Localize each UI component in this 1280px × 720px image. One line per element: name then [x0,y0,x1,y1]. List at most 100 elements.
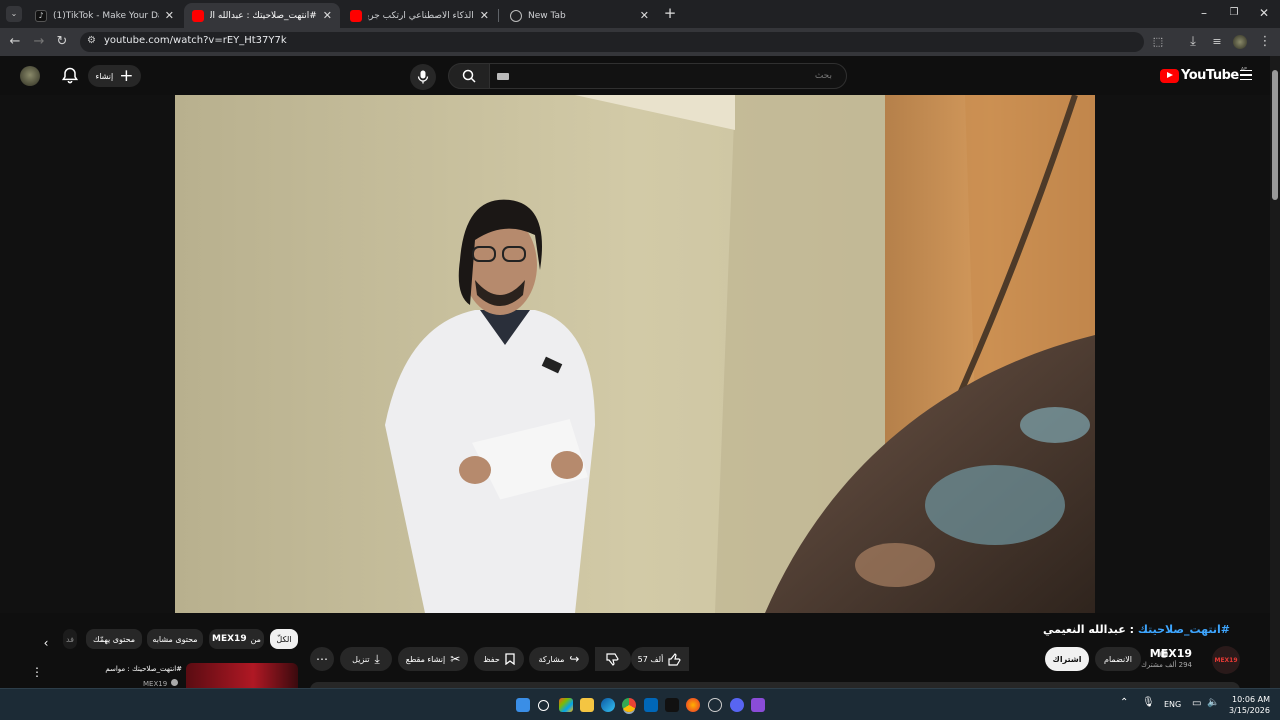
back-arrow-icon[interactable]: ← [7,34,23,50]
minimize-button[interactable]: – [1194,6,1214,20]
save-label: حفظ [483,654,500,664]
guide-menu-icon[interactable] [1240,70,1252,80]
channel-name[interactable]: MEX19 [1150,647,1192,660]
store-icon[interactable] [644,698,658,712]
tab-tiktok[interactable]: ♪ (1)TikTok - Make Your Day ✕ [27,3,182,28]
recommendation-channel: MEX19 [143,679,179,688]
reading-list-icon[interactable]: ≡ [1209,34,1225,50]
url-text: youtube.com/watch?v=rEY_Ht37Y7k [104,35,287,46]
video-frame[interactable] [175,95,1095,613]
chip-from-channel[interactable]: MEX19 من [209,629,264,649]
video-player[interactable] [0,95,1270,613]
browser-tab-bar: ⌄ ♪ (1)TikTok - Make Your Day ✕ #انتهت_ص… [0,0,1280,28]
tray-overflow-chevron-icon[interactable]: ⌃ [1120,697,1128,708]
search-icon [462,69,476,83]
capcut-icon[interactable] [665,698,679,712]
start-windows-icon[interactable] [516,698,530,712]
thumbs-down-icon [606,652,619,666]
download-button[interactable]: تنزيل ⤓ [340,647,392,671]
voice-search-button[interactable] [410,64,436,90]
purple-app-icon[interactable] [751,698,765,712]
tab-search-icon[interactable]: ⌄ [6,6,22,22]
restore-button[interactable]: ❐ [1224,7,1244,18]
scissors-icon: ✂ [450,652,461,666]
search-input[interactable] [489,63,847,89]
tab-title: #انتهت_صلاحيتك : عبدالله النعيمي [210,10,317,21]
youtube-icon [350,9,362,22]
title-hashtag-link[interactable]: #انتهت_صلاحيتك [1138,623,1230,636]
tab-youtube-video[interactable]: #انتهت_صلاحيتك : عبدالله النعيمي ✕ [184,3,340,28]
keyboard-icon[interactable] [497,73,509,80]
chips-scroll-left-icon[interactable]: ‹ [38,633,54,653]
account-avatar[interactable] [20,66,40,86]
forward-arrow-icon[interactable]: → [31,34,47,50]
tray-microphone-icon[interactable]: 🎙 [1142,697,1155,708]
more-actions-button[interactable]: ⋯ [310,647,334,671]
create-button[interactable]: إنشاء + [88,65,141,87]
scrollbar-thumb[interactable] [1272,70,1278,200]
profile-avatar[interactable] [1233,35,1247,49]
firefox-icon[interactable] [686,698,700,712]
volume-icon[interactable]: 🔈 [1207,697,1219,708]
system-clock[interactable]: 10:06 AM 3/15/2026 [1226,694,1270,716]
chrome-icon[interactable] [622,698,636,712]
search-button[interactable] [448,63,490,89]
settings-gear-icon[interactable] [708,698,722,712]
dislike-button[interactable] [595,647,631,671]
share-arrow-icon: ↪ [569,652,580,666]
taskbar-search-icon[interactable] [538,700,549,711]
file-explorer-icon[interactable] [580,698,594,712]
close-tab-icon[interactable]: ✕ [640,9,649,22]
channel-avatar[interactable]: MEX19 [1212,646,1240,674]
chip-interests[interactable]: محتوى يهمّك [86,629,142,649]
notifications-bell-icon[interactable] [60,66,80,86]
network-icon[interactable]: ▭ [1192,698,1201,709]
recommendation-menu-icon[interactable]: ⋮ [31,665,43,679]
clip-button[interactable]: إنشاء مقطع ✂ [398,647,468,671]
recommendation-title[interactable]: #انتهت_صلاحيتك : مواسم [98,665,182,673]
tab-youtube-ai[interactable]: الذكاء الاصطناعي ارتكب جريمته ✕ [342,3,497,28]
edge-icon[interactable] [601,698,615,712]
site-info-icon[interactable]: ⚙ [87,35,96,46]
like-button[interactable]: 57 ألف [631,647,689,671]
copilot-icon[interactable] [559,698,573,712]
tab-title: (1)TikTok - Make Your Day [53,10,159,21]
address-bar[interactable]: ⚙ youtube.com/watch?v=rEY_Ht37Y7k [80,32,1144,52]
save-button[interactable]: حفظ [474,647,524,671]
chip-similar[interactable]: محتوى مشابه [147,629,203,649]
input-language[interactable]: ENG [1164,700,1181,709]
new-tab-button[interactable]: + [660,4,680,22]
subscribe-button[interactable]: اشتراك [1045,647,1089,671]
page-scrollbar[interactable] [1270,56,1280,688]
tab-new-tab[interactable]: New Tab ✕ [502,3,657,28]
join-button[interactable]: الانضمام [1095,647,1141,671]
chip-partial[interactable]: فد [63,629,77,649]
chip-all[interactable]: الكلّ [270,629,298,649]
extensions-icon[interactable]: ⬚ [1150,34,1166,50]
share-button[interactable]: مشاركة ↪ [529,647,589,671]
youtube-icon [192,9,204,22]
download-icon[interactable]: ⤓ [1185,34,1201,50]
more-menu-icon[interactable]: ⋮ [1257,34,1273,50]
tiktok-icon: ♪ [35,9,47,22]
subscriber-count: 294 ألف مشترك [1141,661,1192,669]
close-window-button[interactable]: ✕ [1254,6,1274,20]
close-tab-icon[interactable]: ✕ [480,9,489,22]
plus-icon: + [119,65,134,86]
chip-channel-name: MEX19 [212,634,247,644]
reload-icon[interactable]: ↻ [54,34,70,50]
youtube-play-icon [1160,68,1179,83]
tab-title: New Tab [528,10,566,21]
logo-text: YouTube [1181,68,1239,83]
youtube-logo[interactable]: YouTube AE [1160,67,1247,83]
discord-icon[interactable] [730,698,744,712]
close-tab-icon[interactable]: ✕ [165,9,174,22]
title-text: : عبدالله النعيمي [1042,623,1138,636]
windows-taskbar: ⌃ 🎙 ENG ▭ 🔈 10:06 AM 3/15/2026 [0,688,1280,720]
chip-from-label: من [250,634,261,644]
close-tab-icon[interactable]: ✕ [323,9,332,22]
like-count: 57 ألف [637,654,664,664]
tab-title: الذكاء الاصطناعي ارتكب جريمته [368,10,474,21]
video-scene-image [175,95,1095,613]
recommendation-thumbnail[interactable] [186,663,298,688]
